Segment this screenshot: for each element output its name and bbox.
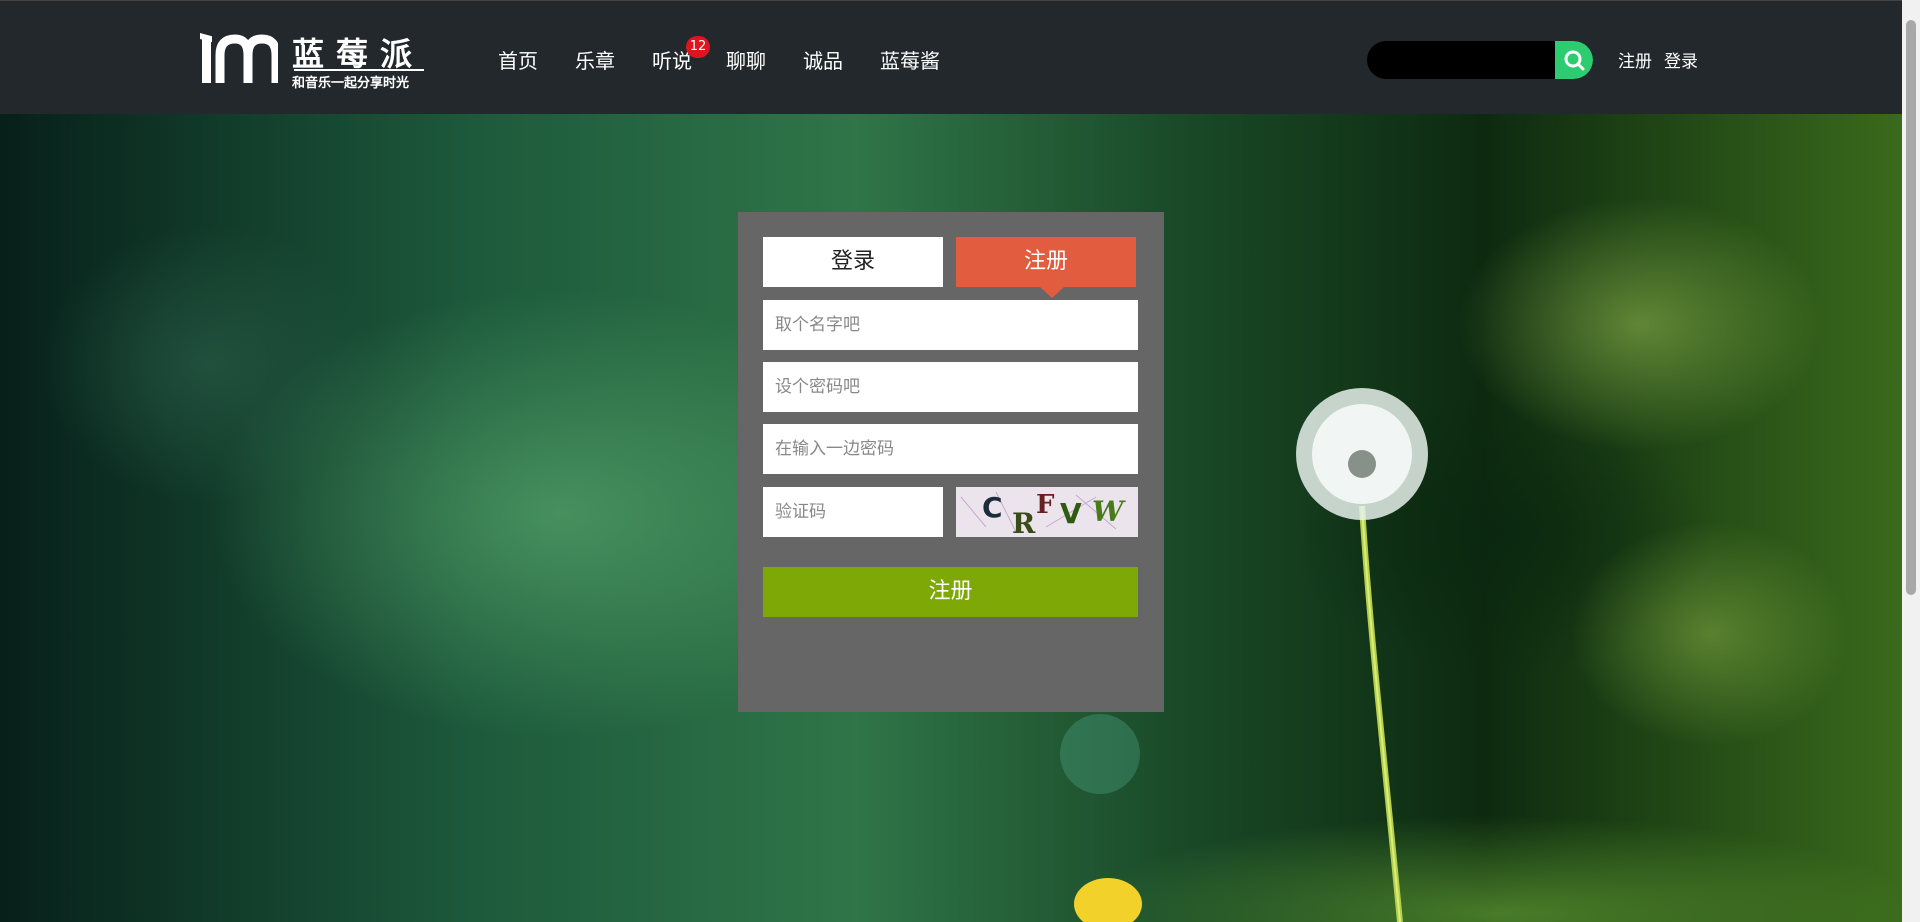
register-panel: 登录 注册 C R F V W 注册 (738, 212, 1164, 712)
scrollbar[interactable] (1902, 0, 1920, 922)
nav-item-products[interactable]: 诚品 (803, 45, 843, 74)
active-tab-indicator (1040, 287, 1064, 298)
nav-item-home[interactable]: 首页 (498, 45, 538, 74)
nav-item-listen-label: 听说 (652, 49, 692, 73)
auth-links: 注册 登录 (1618, 47, 1710, 72)
login-link[interactable]: 登录 (1664, 47, 1698, 72)
search-icon (1564, 50, 1585, 71)
confirm-password-field[interactable] (763, 424, 1138, 474)
username-field[interactable] (763, 300, 1138, 350)
captcha-char: W (1092, 495, 1126, 528)
captcha-char: R (1012, 507, 1036, 537)
captcha-char: V (1060, 497, 1082, 530)
nav-item-music[interactable]: 乐章 (575, 45, 615, 74)
tab-login[interactable]: 登录 (763, 237, 943, 287)
logo-divider (294, 69, 424, 71)
captcha-char: F (1036, 490, 1055, 520)
nav-item-blueberry[interactable]: 蓝莓酱 (880, 45, 940, 74)
main-nav: 首页 乐章 听说 12 聊聊 诚品 蓝莓酱 (498, 36, 977, 74)
logo-m-mark (200, 33, 278, 83)
search-bar (1367, 41, 1593, 79)
nav-item-listen[interactable]: 听说 12 (652, 36, 710, 74)
logo-subtitle: 和音乐一起分享时光 (292, 76, 410, 91)
captcha-char: C (982, 491, 1003, 524)
top-navbar: 蓝莓派 和音乐一起分享时光 首页 乐章 听说 12 聊聊 诚品 蓝莓酱 注册 登… (0, 0, 1902, 114)
site-logo[interactable]: 蓝莓派 和音乐一起分享时光 (200, 29, 430, 91)
nav-item-chat[interactable]: 聊聊 (726, 45, 766, 74)
captcha-image[interactable]: C R F V W (956, 487, 1138, 537)
search-input[interactable] (1383, 41, 1547, 79)
search-button[interactable] (1555, 41, 1593, 79)
scrollbar-thumb[interactable] (1906, 20, 1916, 595)
password-field[interactable] (763, 362, 1138, 412)
notification-badge: 12 (686, 36, 710, 58)
register-link[interactable]: 注册 (1618, 47, 1652, 72)
captcha-field[interactable] (763, 487, 943, 537)
register-submit-button[interactable]: 注册 (763, 567, 1138, 617)
tab-register[interactable]: 注册 (956, 237, 1136, 287)
